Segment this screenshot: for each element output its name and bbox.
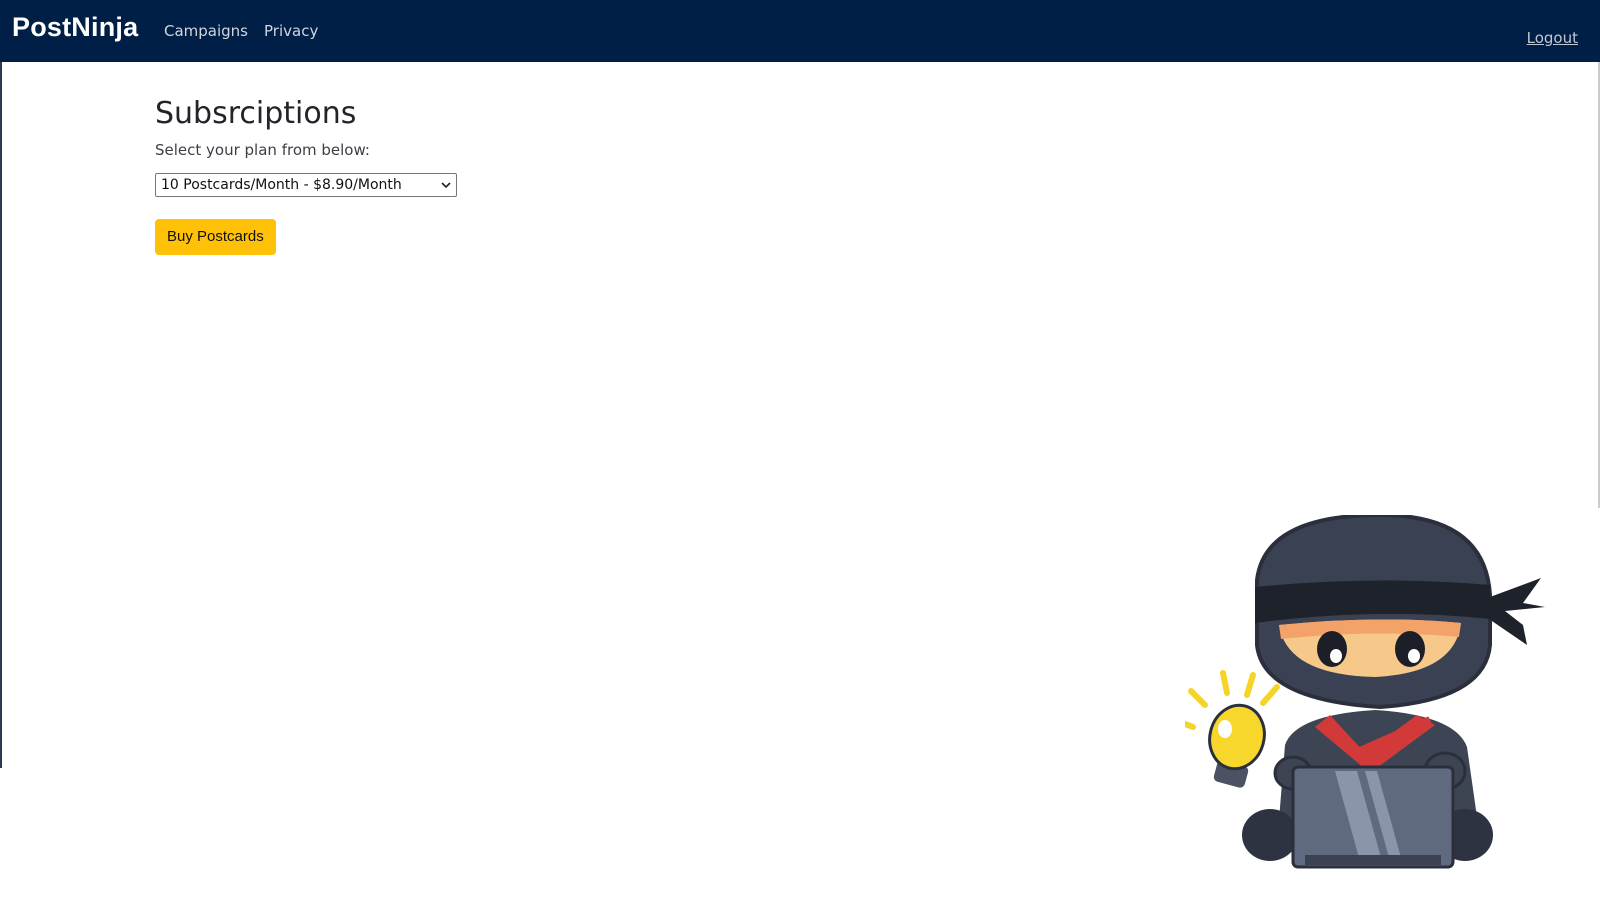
ninja-laptop-lightbulb-illustration — [1185, 515, 1545, 869]
page-title: Subsrciptions — [155, 96, 357, 131]
brand-logo[interactable]: PostNinja — [12, 12, 138, 43]
main-content: Subsrciptions Select your plan from belo… — [155, 96, 457, 255]
logout-link[interactable]: Logout — [1527, 29, 1578, 47]
top-navbar: PostNinja Campaigns Privacy Logout — [0, 0, 1600, 62]
nav-link-privacy[interactable]: Privacy — [264, 22, 318, 40]
chevron-down-icon — [441, 182, 451, 189]
buy-postcards-button[interactable]: Buy Postcards — [155, 219, 276, 255]
nav-link-campaigns[interactable]: Campaigns — [164, 22, 248, 40]
left-edge-line — [0, 0, 2, 768]
plan-instructions: Select your plan from below: — [155, 141, 370, 159]
page: PostNinja Campaigns Privacy Logout Subsr… — [0, 0, 1600, 900]
plan-select-value: 10 Postcards/Month - $8.90/Month — [161, 177, 402, 193]
nav-links: Campaigns Privacy — [164, 22, 318, 40]
lightbulb-icon — [1208, 703, 1266, 788]
plan-select[interactable]: 10 Postcards/Month - $8.90/Month — [155, 173, 457, 197]
